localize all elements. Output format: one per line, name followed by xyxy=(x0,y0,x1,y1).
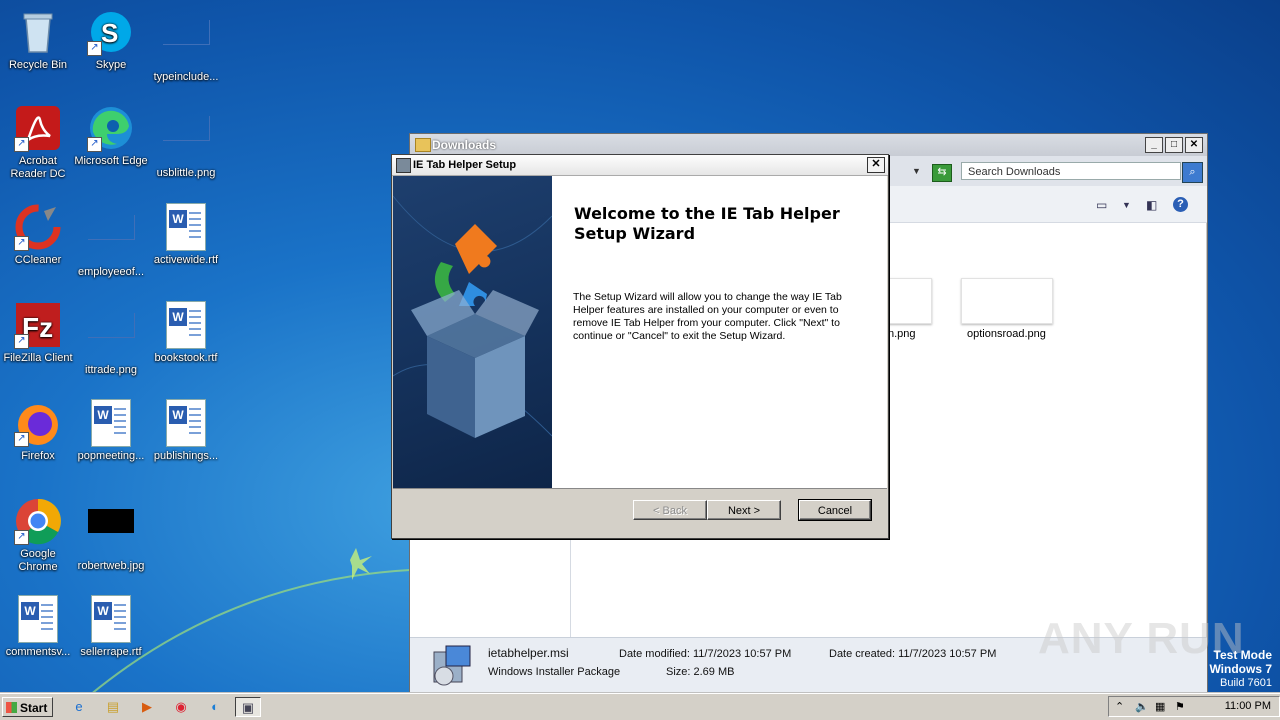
desktop-icon-employeeof[interactable]: employeeof... xyxy=(73,203,149,279)
cancel-button[interactable]: Cancel xyxy=(798,499,872,521)
desktop-icon-recycle-bin[interactable]: Recycle Bin xyxy=(0,8,76,72)
folder-icon xyxy=(415,138,431,152)
svg-text:S: S xyxy=(101,18,118,48)
file-name: ietabhelper.msi xyxy=(488,646,569,660)
shortcut-arrow-icon: ↗ xyxy=(14,334,29,349)
image-file-icon xyxy=(87,313,135,361)
refresh-icon[interactable]: ⇆ xyxy=(932,164,952,182)
chevron-up-icon[interactable]: ⌃ xyxy=(1115,700,1124,713)
file-size: Size: 2.69 MB xyxy=(666,666,735,678)
word-document-icon: W xyxy=(162,301,210,349)
volume-icon[interactable]: 🔈 xyxy=(1135,700,1149,713)
setup-taskbar-icon[interactable]: ▣ xyxy=(235,697,261,717)
file-label[interactable]: n.png xyxy=(888,328,916,340)
back-button[interactable]: < Back xyxy=(633,500,707,520)
desktop-icon-filezilla[interactable]: Fz ↗ FileZilla Client xyxy=(0,301,76,365)
flag-icon[interactable]: ⚑ xyxy=(1175,700,1185,713)
chevron-down-icon[interactable]: ▼ xyxy=(1122,200,1131,210)
word-document-icon: W xyxy=(162,203,210,251)
dialog-title: IE Tab Helper Setup xyxy=(413,159,517,171)
installer-package-icon xyxy=(433,645,471,686)
image-file-icon xyxy=(162,20,210,68)
desktop-icon-typeinclude[interactable]: typeinclude... xyxy=(148,8,224,84)
desktop-icon-firefox[interactable]: ↗ Firefox xyxy=(0,399,76,463)
desktop-icon-edge[interactable]: ↗ Microsoft Edge xyxy=(73,104,149,168)
minimize-button[interactable]: _ xyxy=(1145,137,1163,153)
desktop-icon-usblittle[interactable]: usblittle.png xyxy=(148,104,224,180)
shortcut-arrow-icon: ↗ xyxy=(87,137,102,152)
recycle-bin-icon xyxy=(14,8,62,56)
file-label[interactable]: optionsroad.png xyxy=(967,328,1046,340)
clock[interactable]: 11:00 PM xyxy=(1225,700,1271,712)
filezilla-icon: Fz ↗ xyxy=(14,301,62,349)
firefox-icon: ↗ xyxy=(14,399,62,447)
chrome-icon: ↗ xyxy=(14,497,62,545)
explorer-title: Downloads xyxy=(432,138,497,152)
help-icon[interactable]: ? xyxy=(1173,197,1188,212)
wizard-heading: Welcome to the IE Tab Helper Setup Wizar… xyxy=(574,204,840,243)
image-file-icon xyxy=(162,116,210,164)
desktop-icon-acrobat[interactable]: ↗ Acrobat Reader DC xyxy=(0,104,76,181)
word-document-icon: W xyxy=(14,595,62,643)
skype-icon: S ↗ xyxy=(87,8,135,56)
shortcut-arrow-icon: ↗ xyxy=(14,530,29,545)
search-input[interactable]: Search Downloads xyxy=(961,162,1181,180)
view-options-icon[interactable]: ▭ xyxy=(1096,198,1107,212)
ccleaner-icon: ↗ xyxy=(14,203,62,251)
desktop-icon-popmeeting[interactable]: W popmeeting... xyxy=(73,399,149,463)
desktop-icon-bookstook[interactable]: W bookstook.rtf xyxy=(148,301,224,365)
image-file-icon xyxy=(87,215,135,263)
file-type: Windows Installer Package xyxy=(488,666,621,678)
desktop-icon-ccleaner[interactable]: ↗ CCleaner xyxy=(0,203,76,267)
media-player-icon[interactable]: ▶ xyxy=(134,697,160,717)
setup-dialog: IE Tab Helper Setup ✕ Welcome to the IE … xyxy=(391,154,889,539)
desktop-icon-skype[interactable]: S ↗ Skype xyxy=(73,8,149,72)
file-explorer-icon[interactable]: ▤ xyxy=(100,697,126,717)
desktop-icon-commentsv[interactable]: W commentsv... xyxy=(0,595,76,659)
dialog-titlebar[interactable]: IE Tab Helper Setup ✕ xyxy=(392,155,888,176)
wizard-description: The Setup Wizard will allow you to chang… xyxy=(573,291,842,342)
shortcut-arrow-icon: ↗ xyxy=(14,432,29,447)
desktop-icon-chrome[interactable]: ↗ Google Chrome xyxy=(0,497,76,574)
start-button[interactable]: Start xyxy=(2,697,53,717)
preview-pane-icon[interactable]: ◧ xyxy=(1146,198,1157,212)
date-modified: Date modified: 11/7/2023 10:57 PM xyxy=(619,648,792,660)
maximize-button[interactable]: □ xyxy=(1165,137,1183,153)
shortcut-arrow-icon: ↗ xyxy=(14,236,29,251)
network-icon[interactable]: ▦ xyxy=(1155,700,1165,713)
date-created: Date created: 11/7/2023 10:57 PM xyxy=(829,648,997,660)
close-button[interactable]: ✕ xyxy=(1185,137,1203,153)
installer-icon xyxy=(396,158,411,173)
system-tray: ⌃ 🔈 ▦ ⚑ 11:00 PM xyxy=(1108,696,1280,717)
next-button[interactable]: Next > xyxy=(707,500,781,520)
chevron-down-icon[interactable]: ▼ xyxy=(912,166,921,176)
windows-logo-icon xyxy=(6,702,17,713)
file-thumbnail[interactable] xyxy=(961,278,1053,324)
puzzle-box-icon xyxy=(393,195,552,438)
edge-icon: ↗ xyxy=(87,104,135,152)
taskbar: Start e ▤ ▶ ◉ ◐ ▣ ⌃ 🔈 ▦ ⚑ 11:00 PM xyxy=(0,693,1280,720)
shortcut-arrow-icon: ↗ xyxy=(87,41,102,56)
desktop-icon-publishings[interactable]: W publishings... xyxy=(148,399,224,463)
test-mode-watermark: Test Mode Windows 7 Build 7601 xyxy=(1209,648,1272,689)
desktop-icon-ittrade[interactable]: ittrade.png xyxy=(73,301,149,377)
word-document-icon: W xyxy=(162,399,210,447)
word-document-icon: W xyxy=(87,399,135,447)
desktop-icon-activewide[interactable]: W activewide.rtf xyxy=(148,203,224,267)
edge-taskbar-icon[interactable]: ◐ xyxy=(202,697,228,717)
acrobat-icon: ↗ xyxy=(14,104,62,152)
close-button[interactable]: ✕ xyxy=(867,157,885,173)
wallpaper-swoosh xyxy=(89,548,411,696)
explorer-titlebar[interactable]: Downloads _ □ ✕ xyxy=(410,134,1207,156)
search-icon[interactable]: ⌕ xyxy=(1182,162,1203,183)
internet-explorer-icon[interactable]: e xyxy=(66,697,92,717)
shortcut-arrow-icon: ↗ xyxy=(14,137,29,152)
chrome-taskbar-icon[interactable]: ◉ xyxy=(168,697,194,717)
wizard-banner xyxy=(393,176,552,488)
dialog-body: Welcome to the IE Tab Helper Setup Wizar… xyxy=(393,176,887,489)
